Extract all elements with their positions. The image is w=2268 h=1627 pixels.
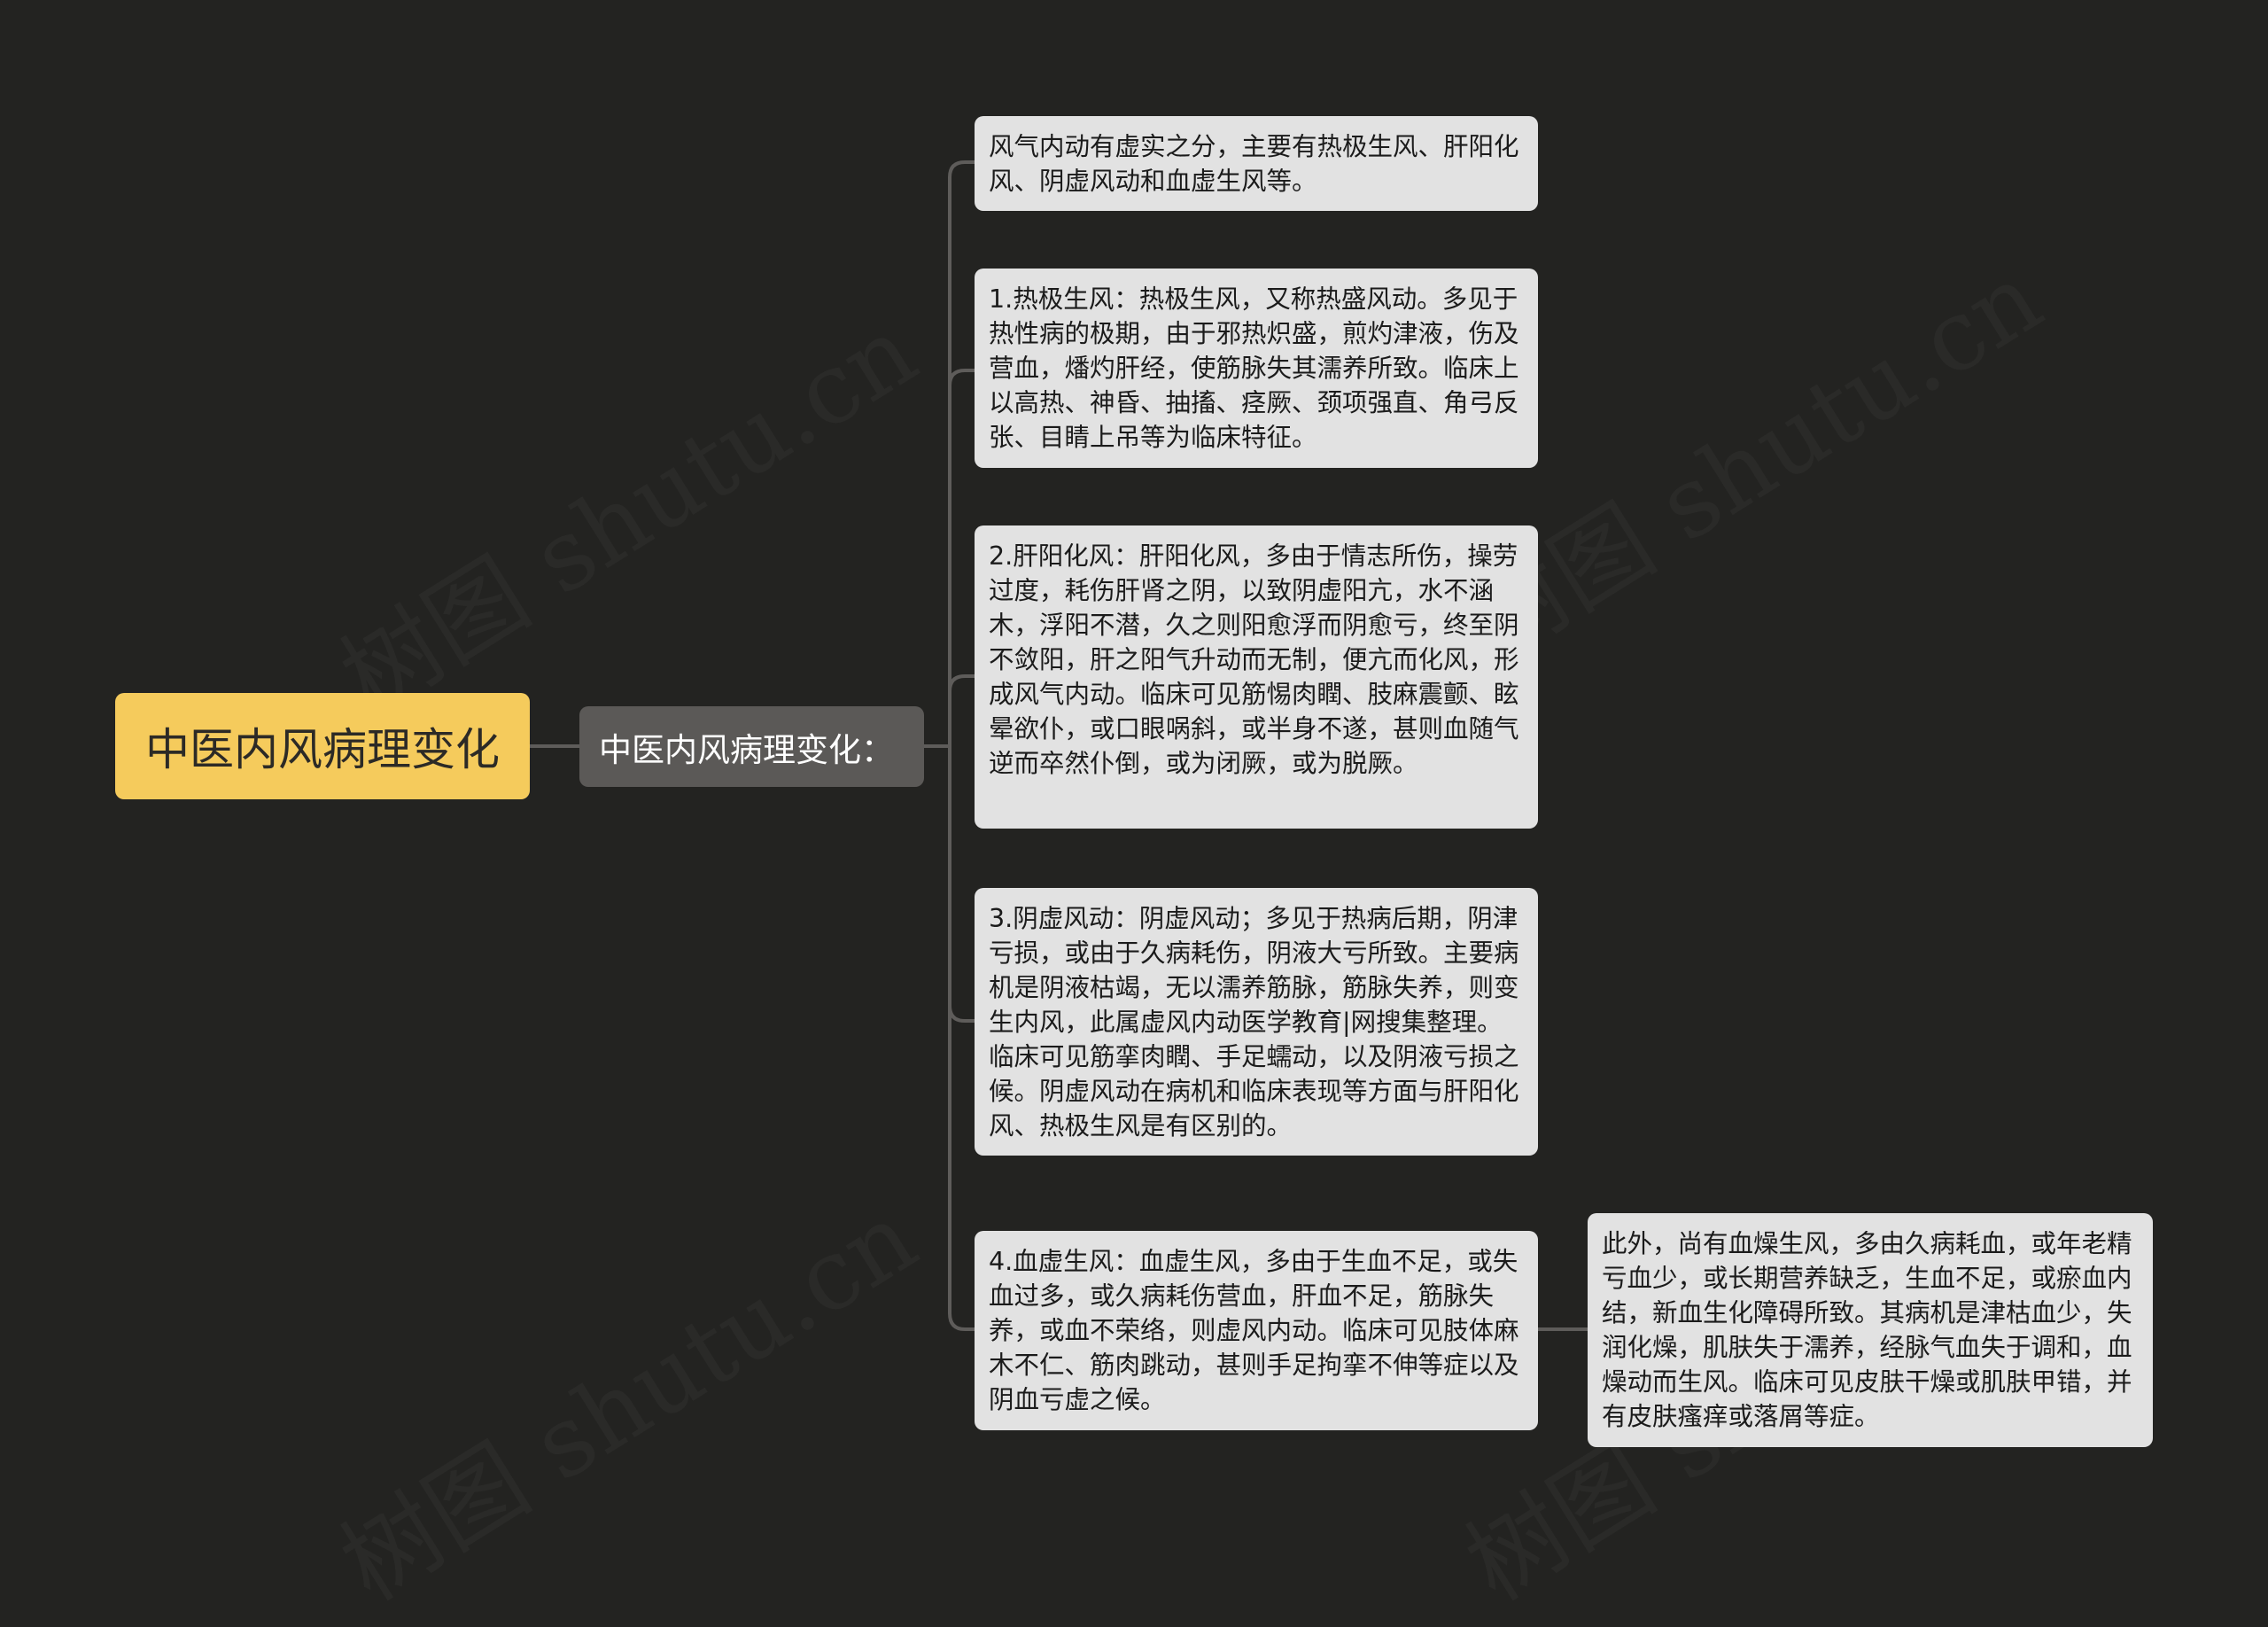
leaf-text: 3.阴虚风动：阴虚风动；多见于热病后期，阴津亏损，或由于久病耗伤，阴液大亏所致。… xyxy=(989,904,1519,1140)
leaf-topic-overview[interactable]: 风气内动有虚实之分，主要有热极生风、肝阳化风、阴虚风动和血虚生风等。 xyxy=(975,116,1538,211)
leaf-topic-blood-deficiency-wind[interactable]: 4.血虚生风：血虚生风，多由于生血不足，或失血过多，或久病耗伤营血，肝血不足，筋… xyxy=(975,1231,1538,1430)
connector-leaf-2 xyxy=(948,674,975,692)
subleaf-topic-blood-dryness-wind[interactable]: 此外，尚有血燥生风，多由久病耗血，或年老精亏血少，或长期营养缺乏，生血不足，或瘀… xyxy=(1588,1213,2153,1447)
leaf-text: 1.热极生风：热极生风，又称热盛风动。多见于热性病的极期，由于邪热炽盛，煎灼津液… xyxy=(989,284,1519,452)
leaf-topic-liver-yang-wind[interactable]: 2.肝阳化风：肝阳化风，多由于情志所伤，操劳过度，耗伤肝肾之阴，以致阴虚阳亢，水… xyxy=(975,525,1538,829)
root-topic[interactable]: 中医内风病理变化 xyxy=(115,693,530,799)
branch-topic[interactable]: 中医内风病理变化： xyxy=(579,706,924,787)
leaf-topic-yin-deficiency-wind[interactable]: 3.阴虚风动：阴虚风动；多见于热病后期，阴津亏损，或由于久病耗伤，阴液大亏所致。… xyxy=(975,888,1538,1156)
connector-leaf-4 xyxy=(948,1312,975,1331)
connector-leaf-3 xyxy=(948,1005,975,1023)
leaf-text: 风气内动有虚实之分，主要有热极生风、肝阳化风、阴虚风动和血虚生风等。 xyxy=(989,132,1519,196)
branch-topic-label: 中医内风病理变化： xyxy=(599,730,894,769)
leaf-text: 2.肝阳化风：肝阳化风，多由于情志所伤，操劳过度，耗伤肝肾之阴，以致阴虚阳亢，水… xyxy=(989,541,1519,778)
leaf-text: 此外，尚有血燥生风，多由久病耗血，或年老精亏血少，或长期营养缺乏，生血不足，或瘀… xyxy=(1602,1229,2132,1431)
leaf-topic-heat-extreme-wind[interactable]: 1.热极生风：热极生风，又称热盛风动。多见于热性病的极期，由于邪热炽盛，煎灼津液… xyxy=(975,269,1538,468)
connector-leaf-1 xyxy=(948,369,975,386)
leaf-text: 4.血虚生风：血虚生风，多由于生血不足，或失血过多，或久病耗伤营血，肝血不足，筋… xyxy=(989,1247,1519,1414)
connector-leaf-0 xyxy=(948,160,975,178)
root-topic-label: 中医内风病理变化 xyxy=(145,724,500,775)
